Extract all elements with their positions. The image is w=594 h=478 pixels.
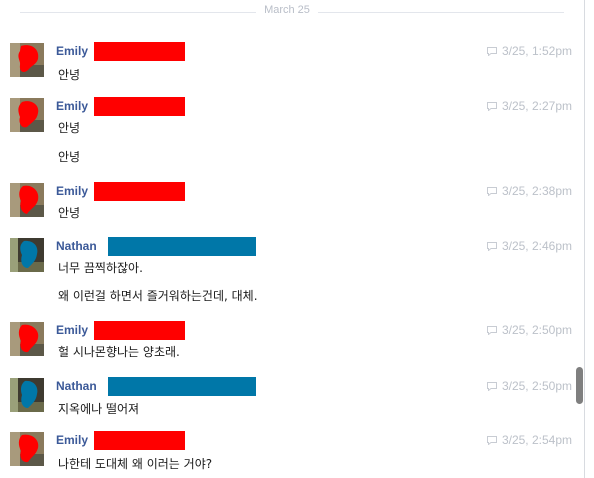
message-text: 왜 이런걸 하면서 즐거워하는건데, 대체. xyxy=(58,289,258,303)
date-divider: March 25 xyxy=(0,0,594,24)
message-text: 안녕 xyxy=(58,68,81,82)
redacted-surname xyxy=(108,237,256,256)
message-group: Emily 3/25, 2:54pm 나한테 도대체 왜 이러는 거야? xyxy=(0,431,580,478)
speech-bubble-icon xyxy=(486,46,497,56)
redacted-photo-icon xyxy=(10,322,44,356)
redacted-photo-icon xyxy=(10,378,44,412)
message-timestamp[interactable]: 3/25, 2:50pm xyxy=(486,323,572,337)
message-text: 지옥에나 떨어져 xyxy=(58,402,140,416)
message-timestamp[interactable]: 3/25, 2:27pm xyxy=(486,99,572,113)
message-text: 안녕 xyxy=(58,121,81,135)
redacted-photo-icon xyxy=(10,432,44,466)
timestamp-text: 3/25, 2:54pm xyxy=(501,433,572,447)
avatar[interactable] xyxy=(10,43,44,77)
sender-name[interactable]: Nathan xyxy=(56,238,97,254)
message-group: Emily 3/25, 2:50pm 헐 시나몬향나는 양초래. xyxy=(0,321,580,372)
sender-name[interactable]: Emily xyxy=(56,432,88,448)
redacted-surname xyxy=(94,182,185,201)
sender-name[interactable]: Emily xyxy=(56,183,88,199)
message-text: 헐 시나몬향나는 양초래. xyxy=(58,345,180,359)
message-timestamp[interactable]: 3/25, 2:54pm xyxy=(486,433,572,447)
speech-bubble-icon xyxy=(486,381,497,391)
avatar[interactable] xyxy=(10,183,44,217)
redacted-surname xyxy=(94,321,185,340)
timestamp-text: 3/25, 2:50pm xyxy=(501,323,572,337)
redacted-surname xyxy=(94,97,185,116)
message-group: Emily 3/25, 2:38pm 안녕 xyxy=(0,182,580,233)
timestamp-text: 3/25, 1:52pm xyxy=(501,44,572,58)
avatar[interactable] xyxy=(10,432,44,466)
redacted-surname xyxy=(94,42,185,61)
avatar[interactable] xyxy=(10,98,44,132)
sender-name[interactable]: Nathan xyxy=(56,378,97,394)
speech-bubble-icon xyxy=(486,101,497,111)
message-group: Emily 3/25, 2:27pm 안녕 안녕 xyxy=(0,97,580,178)
message-group: Nathan 3/25, 2:50pm 지옥에나 떨어져 xyxy=(0,377,580,428)
divider-line-left xyxy=(20,12,256,13)
avatar[interactable] xyxy=(10,322,44,356)
message-timestamp[interactable]: 3/25, 2:46pm xyxy=(486,239,572,253)
speech-bubble-icon xyxy=(486,186,497,196)
message-group: Emily 3/25, 1:52pm 안녕 xyxy=(0,42,580,93)
speech-bubble-icon xyxy=(486,241,497,251)
message-timestamp[interactable]: 3/25, 1:52pm xyxy=(486,44,572,58)
speech-bubble-icon xyxy=(486,435,497,445)
sender-name[interactable]: Emily xyxy=(56,98,88,114)
redacted-surname xyxy=(94,431,185,450)
message-timestamp[interactable]: 3/25, 2:38pm xyxy=(486,184,572,198)
avatar[interactable] xyxy=(10,238,44,272)
timestamp-text: 3/25, 2:46pm xyxy=(501,239,572,253)
message-timestamp[interactable]: 3/25, 2:50pm xyxy=(486,379,572,393)
message-text: 안녕 xyxy=(58,150,81,164)
message-text: 너무 끔찍하잖아. xyxy=(58,261,143,275)
scrollbar-thumb[interactable] xyxy=(576,367,583,404)
message-group: Nathan 3/25, 2:46pm 너무 끔찍하잖아. 왜 이런걸 하면서 … xyxy=(0,237,580,314)
redacted-surname xyxy=(108,377,256,396)
timestamp-text: 3/25, 2:27pm xyxy=(501,99,572,113)
scroll-track xyxy=(584,0,585,478)
redacted-photo-icon xyxy=(10,43,44,77)
timestamp-text: 3/25, 2:38pm xyxy=(501,184,572,198)
speech-bubble-icon xyxy=(486,325,497,335)
redacted-photo-icon xyxy=(10,238,44,272)
message-text: 안녕 xyxy=(58,206,81,220)
message-text: 나한테 도대체 왜 이러는 거야? xyxy=(58,457,213,471)
timestamp-text: 3/25, 2:50pm xyxy=(501,379,572,393)
divider-line-right xyxy=(318,12,564,13)
redacted-photo-icon xyxy=(10,183,44,217)
sender-name[interactable]: Emily xyxy=(56,43,88,59)
redacted-photo-icon xyxy=(10,98,44,132)
sender-name[interactable]: Emily xyxy=(56,322,88,338)
date-divider-label: March 25 xyxy=(264,4,310,16)
avatar[interactable] xyxy=(10,378,44,412)
